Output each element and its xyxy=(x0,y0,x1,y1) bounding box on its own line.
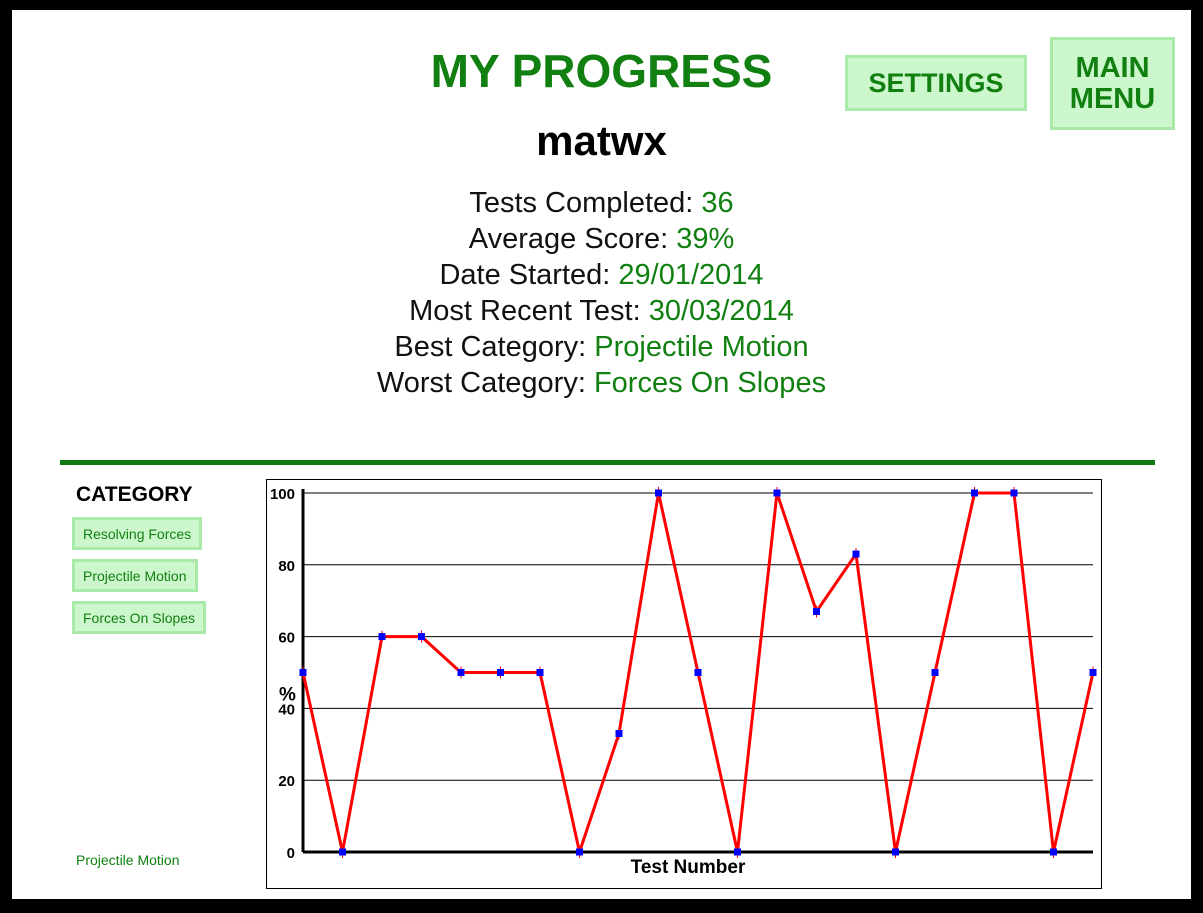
stats-panel: Tests Completed: 36 Average Score: 39% D… xyxy=(0,185,1203,401)
data-point xyxy=(536,669,544,676)
main-menu-label-line2: MENU xyxy=(1069,82,1156,115)
stat-label: Most Recent Test: xyxy=(409,295,649,327)
data-point xyxy=(497,669,504,676)
progress-chart-svg: 020406080100%Test Number xyxy=(270,486,1097,878)
username: matwx xyxy=(536,117,667,164)
data-point xyxy=(852,550,860,558)
y-tick-label: 80 xyxy=(278,558,295,575)
stat-tests-completed: Tests Completed: 36 xyxy=(0,185,1203,221)
main-menu-label-line1: MAIN xyxy=(1075,52,1150,85)
data-point xyxy=(655,489,662,497)
y-axis-label: % xyxy=(279,684,296,705)
data-point xyxy=(339,848,346,856)
data-point xyxy=(418,633,425,641)
app-window: MY PROGRESS matwx SETTINGS MAIN MENU Tes… xyxy=(12,10,1191,899)
settings-button[interactable]: SETTINGS xyxy=(845,55,1027,111)
data-point xyxy=(931,669,939,676)
data-point xyxy=(813,607,820,615)
data-point xyxy=(378,633,386,641)
category-button-forces-on-slopes[interactable]: Forces On Slopes xyxy=(72,601,207,634)
data-point xyxy=(1010,489,1018,497)
category-button-projectile-motion[interactable]: Projectile Motion xyxy=(72,559,198,592)
stat-average-score: Average Score: 39% xyxy=(0,221,1203,257)
data-point xyxy=(734,848,741,856)
stat-label: Date Started: xyxy=(439,259,619,291)
stat-value: 29/01/2014 xyxy=(618,259,764,291)
category-heading: CATEGORY xyxy=(76,483,193,506)
progress-chart: 0 20 40 60 80 100% Test Number xyxy=(266,479,1102,889)
category-button-resolving-forces[interactable]: Resolving Forces xyxy=(72,517,203,550)
x-axis-label: Test Number xyxy=(631,857,746,878)
stat-label: Worst Category: xyxy=(376,367,594,399)
stat-label: Average Score: xyxy=(468,223,677,255)
stat-value: 36 xyxy=(701,187,734,219)
y-tick-label: 20 xyxy=(278,773,295,790)
stat-label: Best Category: xyxy=(394,331,595,363)
y-tick-label: 0 xyxy=(287,845,295,862)
data-point xyxy=(457,669,465,676)
stat-most-recent-test: Most Recent Test: 30/03/2014 xyxy=(0,293,1203,329)
data-point xyxy=(1050,848,1057,856)
data-point xyxy=(299,669,307,676)
section-divider xyxy=(60,460,1155,465)
stat-date-started: Date Started: 29/01/2014 xyxy=(0,257,1203,293)
y-tick-label: 100 xyxy=(270,486,295,503)
data-point xyxy=(576,848,583,856)
settings-button-label: SETTINGS xyxy=(868,67,1004,98)
stat-value: Forces On Slopes xyxy=(593,367,827,399)
stat-worst-category: Worst Category: Forces On Slopes xyxy=(0,365,1203,401)
main-menu-button[interactable]: MAIN MENU xyxy=(1050,37,1175,130)
data-point xyxy=(1089,669,1097,676)
data-point xyxy=(773,489,781,497)
data-point xyxy=(615,730,623,738)
data-point xyxy=(971,489,978,497)
y-tick-label: 60 xyxy=(278,630,295,647)
stat-label: Tests Completed: xyxy=(469,187,702,219)
stat-value: 30/03/2014 xyxy=(648,295,794,327)
stat-best-category: Best Category: Projectile Motion xyxy=(0,329,1203,365)
selected-category-label: Projectile Motion xyxy=(76,852,180,868)
data-point xyxy=(694,669,702,676)
stat-value: 39% xyxy=(676,223,735,255)
stat-value: Projectile Motion xyxy=(594,331,809,363)
data-point xyxy=(892,848,899,856)
